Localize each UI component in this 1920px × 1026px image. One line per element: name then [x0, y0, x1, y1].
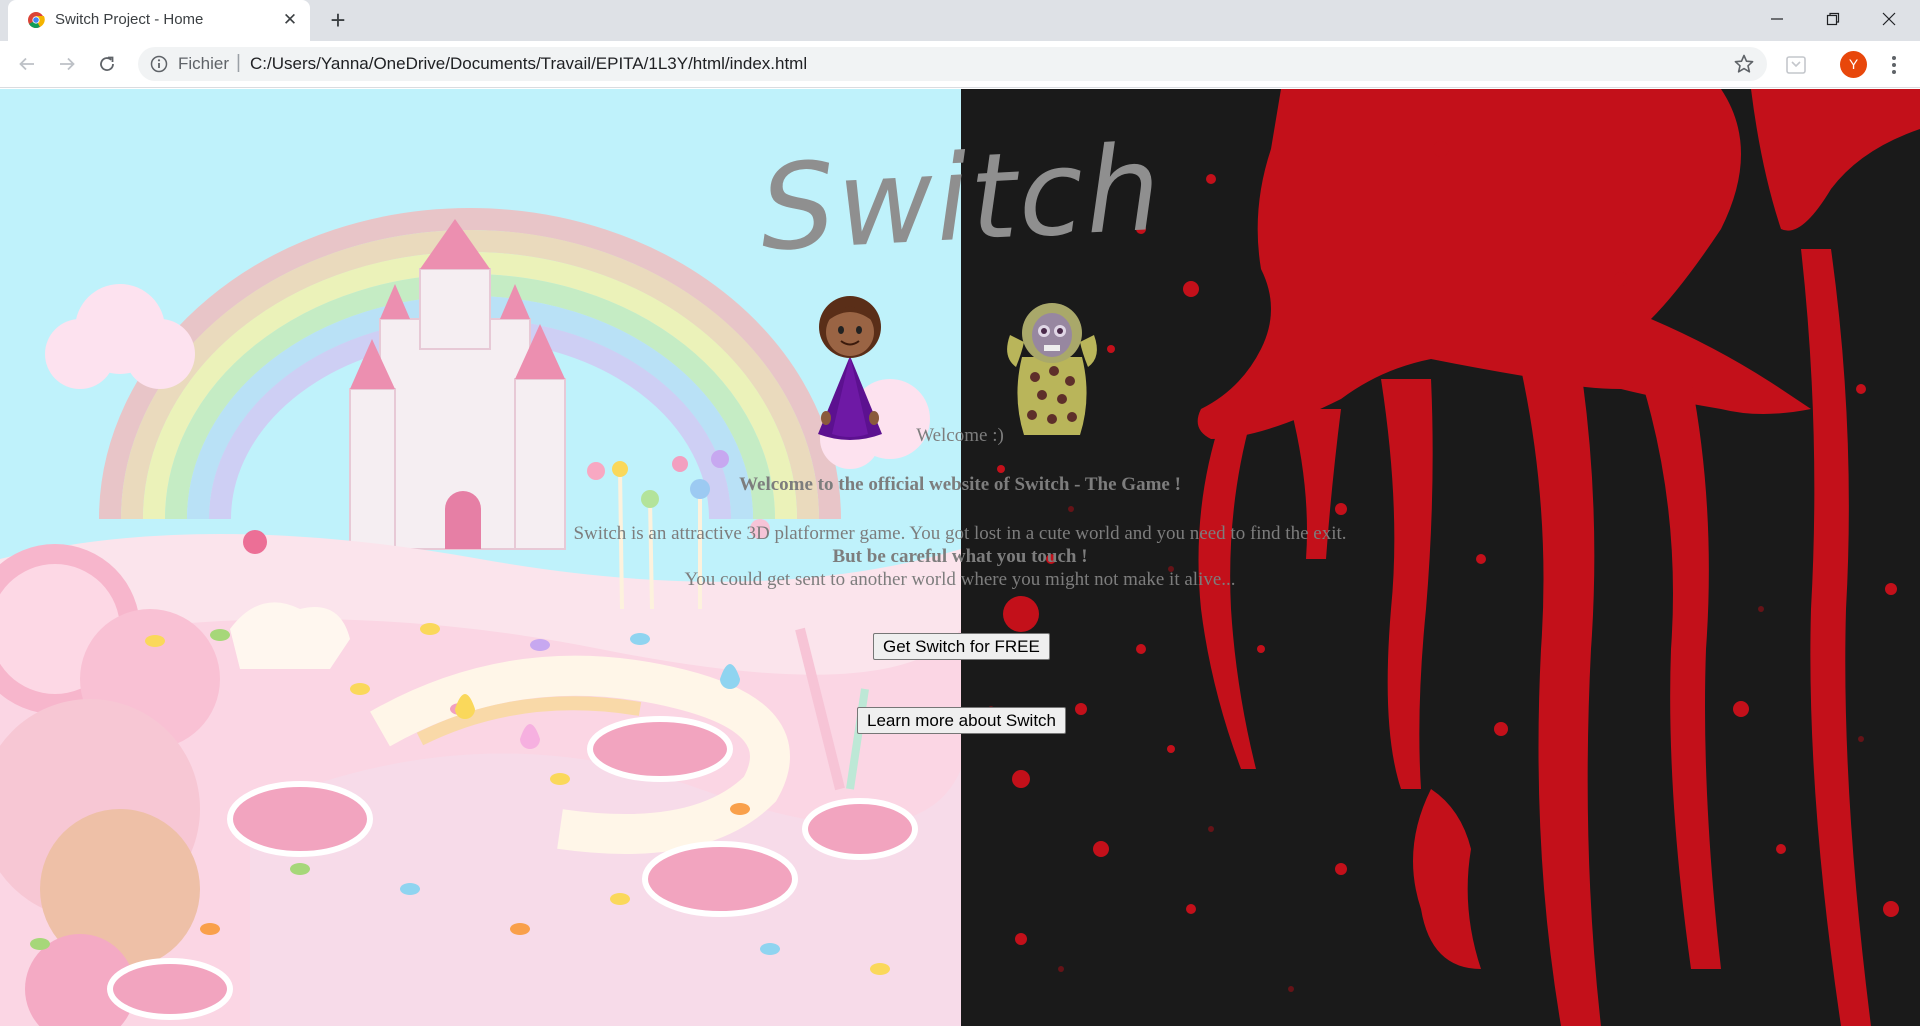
forward-button[interactable] [52, 49, 82, 79]
browser-toolbar: Fichier | C:/Users/Yanna/OneDrive/Docume… [0, 41, 1920, 88]
welcome-text: Welcome :) [916, 425, 1004, 446]
page-viewport: Switch Welcome :) Welcome to the officia… [0, 89, 1920, 1026]
profile-avatar[interactable]: Y [1840, 51, 1867, 78]
chrome-icon [28, 12, 45, 28]
close-icon [1882, 12, 1896, 26]
tab-title: Switch Project - Home [55, 11, 204, 28]
reload-button[interactable] [92, 49, 122, 79]
girl-character [818, 296, 882, 440]
star-icon[interactable] [1733, 53, 1755, 75]
scheme-label: Fichier [178, 54, 230, 73]
browser-tab[interactable]: Switch Project - Home ✕ [8, 0, 310, 41]
address-bar[interactable]: Fichier | C:/Users/Yanna/OneDrive/Docume… [138, 47, 1767, 81]
back-button[interactable] [12, 49, 42, 79]
close-window-button[interactable] [1861, 0, 1917, 38]
info-icon[interactable] [150, 55, 168, 73]
headline: Welcome to the official website of Switc… [739, 474, 1181, 495]
arrow-right-icon [60, 57, 75, 71]
scheme-separator: | [236, 52, 241, 73]
learn-more-button[interactable]: Learn more about Switch [857, 707, 1066, 734]
new-tab-button[interactable]: + [325, 7, 351, 34]
extension-icon[interactable] [1784, 53, 1808, 77]
get-switch-button[interactable]: Get Switch for FREE [873, 633, 1050, 660]
switch-logo: Switch [756, 118, 1166, 278]
minimize-icon [1771, 18, 1783, 20]
reload-icon [100, 56, 114, 71]
restore-icon [1826, 12, 1840, 26]
minimize-button[interactable] [1749, 0, 1805, 38]
url-text[interactable]: C:/Users/Yanna/OneDrive/Documents/Travai… [250, 54, 807, 74]
close-tab-icon[interactable]: ✕ [280, 10, 300, 30]
more-vert-icon[interactable] [1882, 53, 1906, 77]
warning-text: But be careful what you touch ! [832, 546, 1088, 567]
arrow-left-icon [19, 57, 34, 71]
tab-strip: Switch Project - Home ✕ + [0, 0, 1920, 41]
restore-button[interactable] [1805, 0, 1861, 38]
subtext: You could get sent to another world wher… [684, 569, 1236, 590]
zombie-character [1007, 303, 1097, 435]
description-text: Switch is an attractive 3D platformer ga… [573, 523, 1347, 544]
